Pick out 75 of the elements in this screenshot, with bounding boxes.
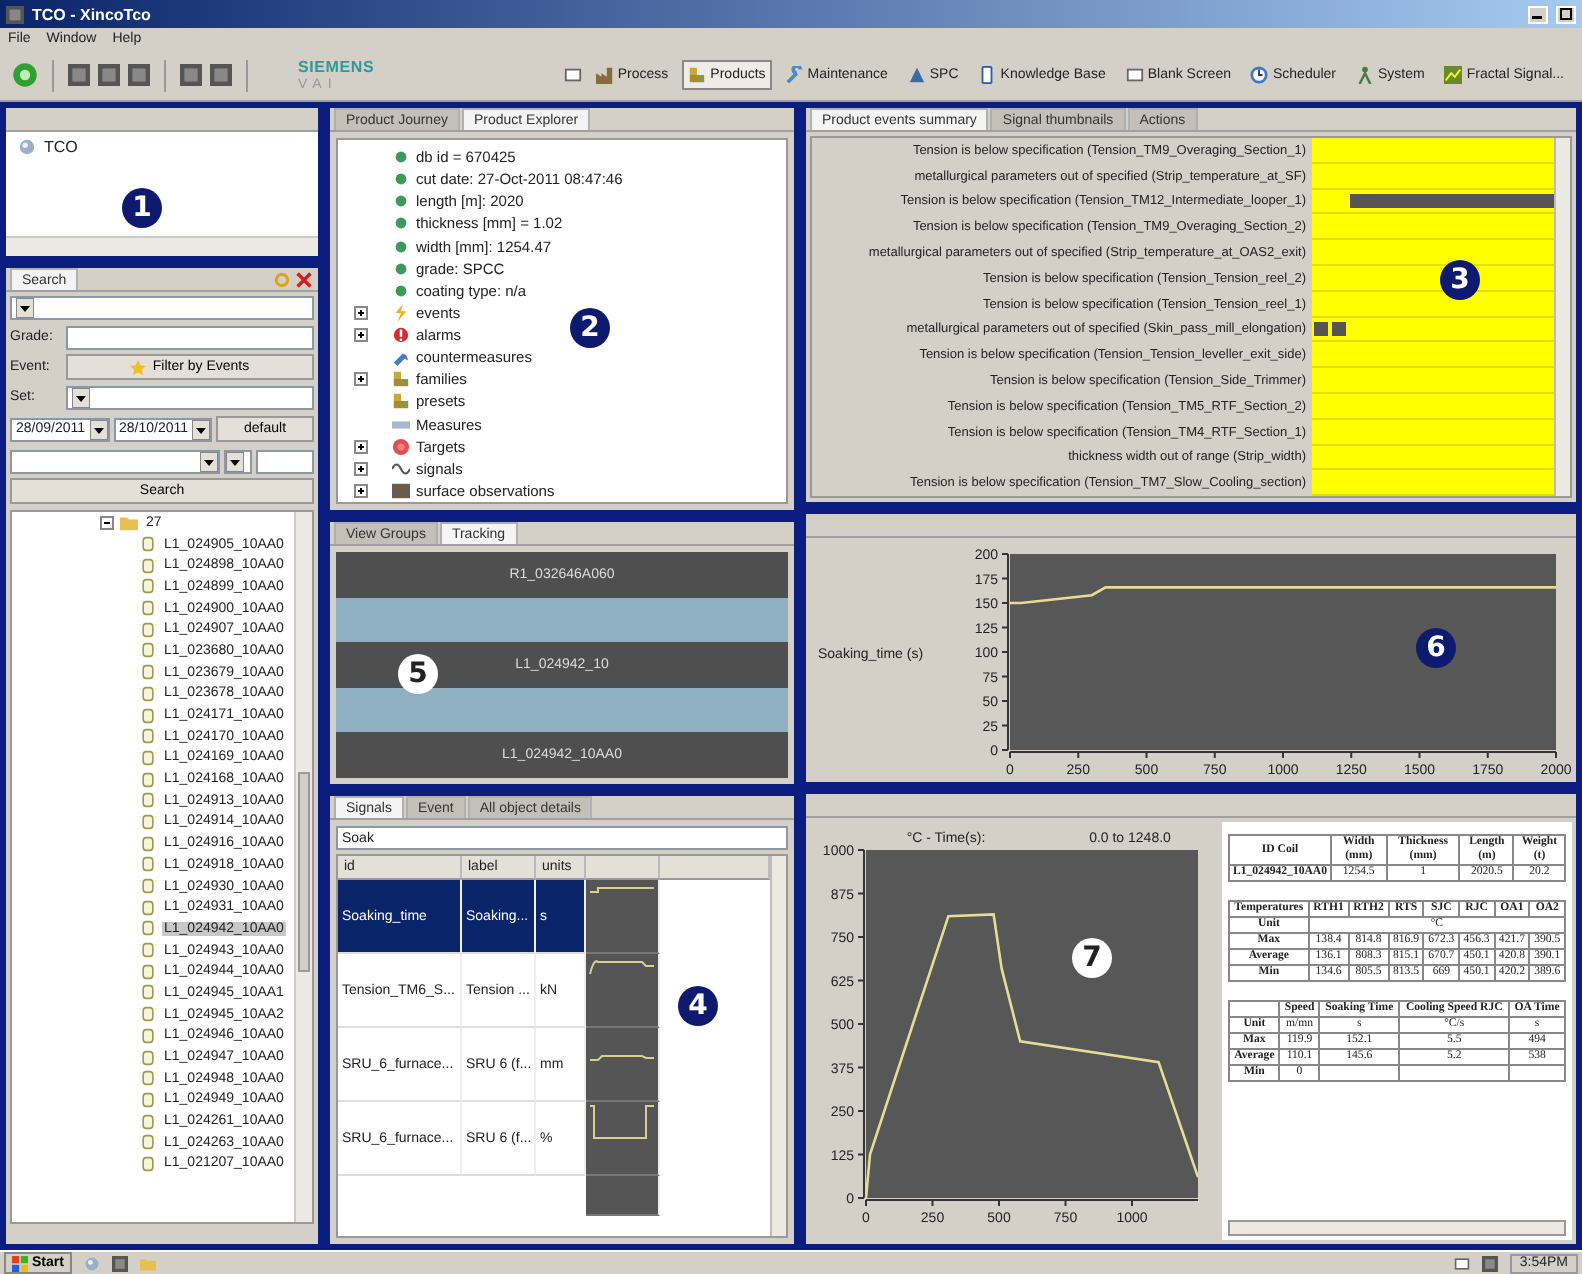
signal-thumbnail <box>586 880 660 954</box>
expand-icon[interactable] <box>354 305 368 320</box>
dot-icon <box>392 214 410 233</box>
dot-icon <box>392 281 410 300</box>
square-icon <box>392 481 410 500</box>
expand-icon[interactable] <box>354 372 368 387</box>
grid-icon <box>180 64 202 86</box>
lightning-icon <box>392 303 410 322</box>
scrollbar[interactable] <box>1228 1220 1566 1236</box>
power-icon <box>12 62 38 88</box>
scrollbar[interactable] <box>6 236 318 256</box>
scrollbar[interactable] <box>1554 138 1570 496</box>
globe-icon <box>83 1255 100 1271</box>
target-icon <box>392 437 410 456</box>
dropdown-arrow-icon <box>200 451 218 471</box>
folder-icon <box>120 513 138 532</box>
grid-icon <box>68 64 90 86</box>
dropdown-arrow-icon <box>192 419 211 439</box>
tool-icon <box>392 348 410 367</box>
maximize-icon <box>1560 8 1572 20</box>
page-icon <box>1125 66 1144 84</box>
signal-thumbnail <box>586 954 660 1028</box>
expand-icon[interactable] <box>354 483 368 498</box>
set-dropdown[interactable] <box>66 385 314 409</box>
open-perspective-icon <box>563 66 582 84</box>
dot-icon <box>392 192 410 211</box>
minimize-button[interactable] <box>1528 5 1548 23</box>
triangle-icon <box>907 66 926 84</box>
tree-item[interactable]: TCO <box>44 138 78 156</box>
refresh-icon <box>274 271 290 287</box>
collapse-icon[interactable] <box>100 515 114 530</box>
clock-icon <box>1250 66 1269 84</box>
windows-icon <box>12 1255 28 1271</box>
window-title: TCO - XincoTco <box>32 5 151 23</box>
expand-icon[interactable] <box>354 461 368 476</box>
window-icon <box>111 1255 128 1271</box>
dot-icon <box>392 259 410 278</box>
close-icon <box>296 271 312 287</box>
wrench-icon <box>785 66 804 84</box>
dropdown-arrow-icon <box>72 387 90 407</box>
grid-icon <box>210 64 232 86</box>
dot-icon <box>392 170 410 189</box>
maximize-button[interactable] <box>1556 5 1576 23</box>
dropdown-arrow-icon <box>226 451 244 471</box>
dropdown-arrow-icon <box>16 297 34 317</box>
scrollbar[interactable] <box>770 856 786 1236</box>
app-icon <box>6 5 24 23</box>
expand-icon[interactable] <box>354 328 368 343</box>
dot-icon <box>392 148 410 167</box>
folder-icon <box>139 1255 156 1271</box>
column-header[interactable] <box>660 856 770 880</box>
grid-icon <box>98 64 120 86</box>
book-icon <box>978 66 997 84</box>
column-header[interactable] <box>586 856 660 880</box>
dropdown-arrow-icon <box>89 419 108 439</box>
factory-icon <box>595 66 614 84</box>
scrollbar[interactable] <box>294 512 312 1222</box>
chart-icon <box>1444 66 1463 84</box>
grid-icon <box>128 64 150 86</box>
wave-icon <box>392 459 410 478</box>
expand-icon[interactable] <box>354 439 368 454</box>
globe-icon <box>18 138 36 156</box>
grade-field[interactable] <box>66 325 314 349</box>
boxes-icon <box>688 66 707 84</box>
star-icon <box>130 359 147 375</box>
boxes-icon <box>392 370 410 389</box>
dot-icon <box>392 237 410 256</box>
figure-icon <box>1356 66 1375 84</box>
input-field[interactable] <box>256 449 314 473</box>
dropdown[interactable] <box>224 449 252 473</box>
logo-text: SIEMENS <box>298 57 375 75</box>
boxes-icon <box>392 392 410 411</box>
ruler-icon <box>392 415 410 434</box>
alarm-icon <box>392 326 410 345</box>
signal-thumbnail <box>586 1028 660 1102</box>
